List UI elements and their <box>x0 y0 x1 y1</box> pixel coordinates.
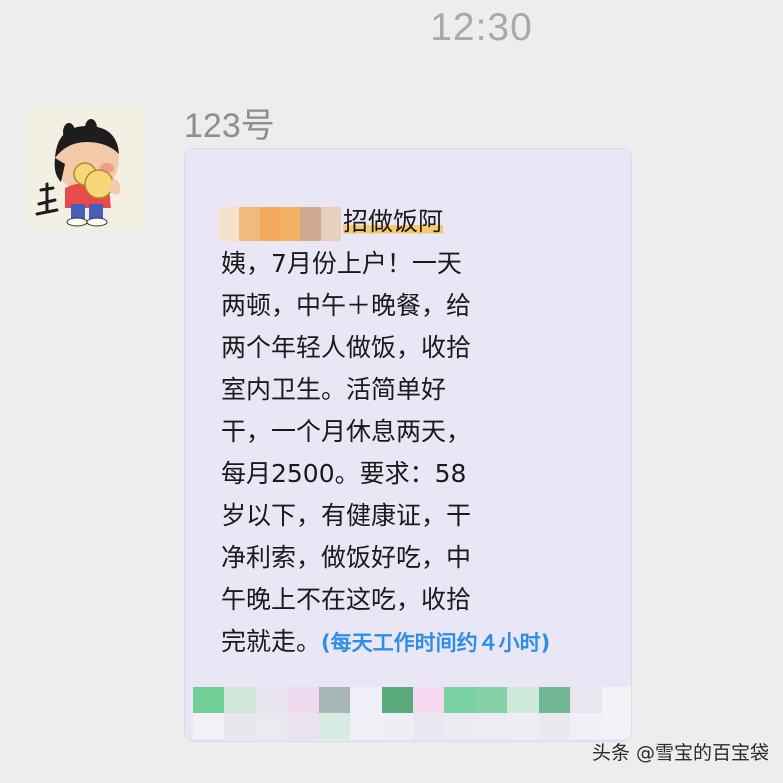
sender-name: 123号 <box>184 107 275 145</box>
chat-screen: 12:30 123号 招做饭阿 姨，7月份上户！一天 两顿，中午＋晚餐，给 两个… <box>0 0 783 783</box>
message-line: 每月2500。要求：58 <box>221 459 467 488</box>
message-line: 干，一个月休息两天， <box>221 417 472 446</box>
sender-avatar[interactable] <box>25 108 147 230</box>
message-bubble[interactable]: 招做饭阿 姨，7月份上户！一天 两顿，中午＋晚餐，给 两个年轻人做饭，收拾 室内… <box>184 148 632 742</box>
cartoon-avatar-icon <box>25 108 147 230</box>
work-hours-note: (每天工作时间约４小时) <box>321 631 551 655</box>
message-line: 两个年轻人做饭，收拾 <box>221 333 472 362</box>
message-text: 招做饭阿 姨，7月份上户！一天 两顿，中午＋晚餐，给 两个年轻人做饭，收拾 室内… <box>221 201 621 663</box>
message-line-text: 完就走。 <box>221 627 322 656</box>
message-line: 室内卫生。活简单好 <box>221 375 447 404</box>
message-line: 招做饭阿 <box>221 201 621 243</box>
blurred-content-mosaic <box>193 687 631 739</box>
message-timestamp: 12:30 <box>430 6 533 49</box>
message-line: 岁以下，有健康证，干 <box>221 501 472 530</box>
message-line: 净利索，做饭好吃，中 <box>221 543 472 572</box>
message-line: 午晚上不在这吃，收拾 <box>221 585 472 614</box>
watermark: 头条 @雪宝的百宝袋 <box>591 742 769 764</box>
message-line: 姨，7月份上户！一天 <box>221 243 621 285</box>
message-line: 完就走。(每天工作时间约４小时) <box>221 621 621 663</box>
message-line-text: 姨，7月份上户！一天 <box>221 249 462 278</box>
message-line: 两顿，中午＋晚餐，给 <box>221 291 472 320</box>
highlighted-text: 招做饭阿 <box>343 207 444 236</box>
